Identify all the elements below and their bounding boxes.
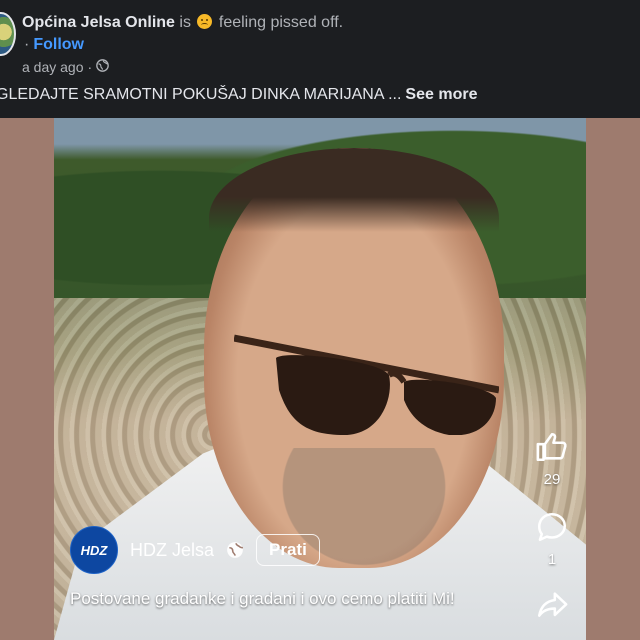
comment-count: 1: [547, 551, 557, 568]
post-caption: GLEDAJTE SRAMOTNI POKUŠAJ DINKA MARIJANA…: [0, 86, 477, 104]
video-container[interactable]: HDZ HDZ Jelsa Prati Postovane gradanke i…: [0, 118, 640, 640]
page-avatar[interactable]: [0, 12, 16, 56]
meta-separator: ·: [87, 59, 93, 75]
see-more-link[interactable]: See more: [405, 86, 477, 103]
post-meta: a day ago ·: [22, 59, 110, 75]
like-count: 29: [543, 471, 561, 488]
pissed-off-emoji-icon: [197, 14, 213, 29]
person-hair: [209, 148, 499, 288]
follow-row: · Follow: [24, 36, 84, 54]
reel-page-name[interactable]: HDZ Jelsa: [130, 540, 214, 561]
like-action[interactable]: 29: [535, 430, 569, 488]
activity-text: feeling pissed off.: [218, 14, 344, 31]
globe-icon: [96, 59, 110, 75]
share-action[interactable]: [535, 588, 569, 627]
follow-button[interactable]: Follow: [33, 36, 84, 53]
post-header: Općina Jelsa Online is feeling pissed of…: [0, 0, 640, 118]
caption-text: GLEDAJTE SRAMOTNI POKUŠAJ DINKA MARIJANA…: [0, 86, 402, 103]
comment-action[interactable]: 1: [535, 510, 569, 568]
page-name-link[interactable]: Općina Jelsa Online: [22, 14, 175, 31]
post-timestamp[interactable]: a day ago: [22, 59, 84, 75]
reel-caption: Postovane gradanke i gradani i ovo cemo …: [70, 589, 455, 608]
like-icon[interactable]: [535, 430, 569, 469]
hdz-logo-avatar[interactable]: HDZ: [70, 526, 118, 574]
sunglasses-image: [234, 334, 499, 435]
comment-icon[interactable]: [535, 510, 569, 549]
share-icon[interactable]: [535, 588, 569, 627]
reel-actions: 29 1: [533, 430, 571, 627]
activity-prefix: is: [179, 14, 191, 31]
follow-separator: ·: [24, 36, 30, 53]
post-author-line: Općina Jelsa Online is feeling pissed of…: [22, 14, 343, 32]
reel-page-info: HDZ HDZ Jelsa Prati: [70, 526, 320, 574]
globe-icon: [226, 541, 244, 559]
reel-follow-button[interactable]: Prati: [256, 534, 320, 566]
